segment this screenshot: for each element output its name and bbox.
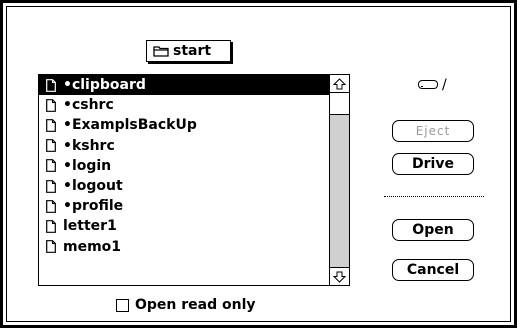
document-icon [46,159,56,173]
file-list-item-label: •ExamplsBackUp [63,117,197,134]
hard-disk-icon [418,77,438,93]
document-icon [46,139,56,153]
document-icon [46,78,56,92]
file-list-item-label: •kshrc [63,137,115,154]
drive-label: / [442,77,447,93]
document-icon [46,119,56,132]
drive-button[interactable]: Drive [392,153,474,175]
document-icon [46,98,56,112]
file-list-item[interactable]: •profile [39,196,329,216]
file-list-item[interactable]: •kshrc [39,136,329,156]
file-list-item-label: •login [63,157,112,174]
document-icon [46,179,56,193]
folder-popup-menu[interactable]: start [146,40,231,62]
file-list-item[interactable]: •logout [39,176,329,196]
file-list-item-label: •clipboard [63,77,146,94]
folder-icon [153,45,169,57]
scroll-down-arrow-icon[interactable] [330,267,349,285]
eject-button[interactable]: Eject [392,120,474,142]
file-list-item[interactable]: •cshrc [39,95,329,115]
folder-popup-label: start [173,43,212,59]
document-icon [46,220,56,233]
file-list[interactable]: •clipboard •cshrc •ExamplsBackUp •kshrc •log… [38,74,350,286]
file-list-item-label: •cshrc [63,97,114,114]
document-icon [46,240,56,253]
scroll-track[interactable] [330,115,349,267]
file-list-item-label: •logout [63,178,123,195]
file-list-item-label: •profile [63,198,124,215]
open-read-only-option[interactable]: Open read only [116,297,256,313]
file-list-item[interactable]: •clipboard [39,75,329,96]
file-list-item[interactable]: •login [39,156,329,176]
cancel-button[interactable]: Cancel [392,259,474,281]
file-list-item-label: letter1 [63,218,117,235]
current-drive: / [418,77,447,93]
open-button[interactable]: Open [392,219,474,241]
button-separator [384,196,484,197]
scroll-thumb[interactable] [330,93,349,115]
file-list-item[interactable]: memo1 [39,237,329,257]
file-list-item[interactable]: letter1 [39,216,329,236]
open-read-only-label: Open read only [135,297,256,313]
file-list-items: •clipboard •cshrc •ExamplsBackUp •kshrc •log… [39,75,329,257]
document-icon [46,199,56,213]
file-list-item-label: memo1 [63,238,122,255]
file-list-scrollbar[interactable] [329,75,349,285]
open-read-only-checkbox[interactable] [116,298,129,312]
scroll-up-arrow-icon[interactable] [330,75,349,93]
file-list-item[interactable]: •ExamplsBackUp [39,115,329,135]
